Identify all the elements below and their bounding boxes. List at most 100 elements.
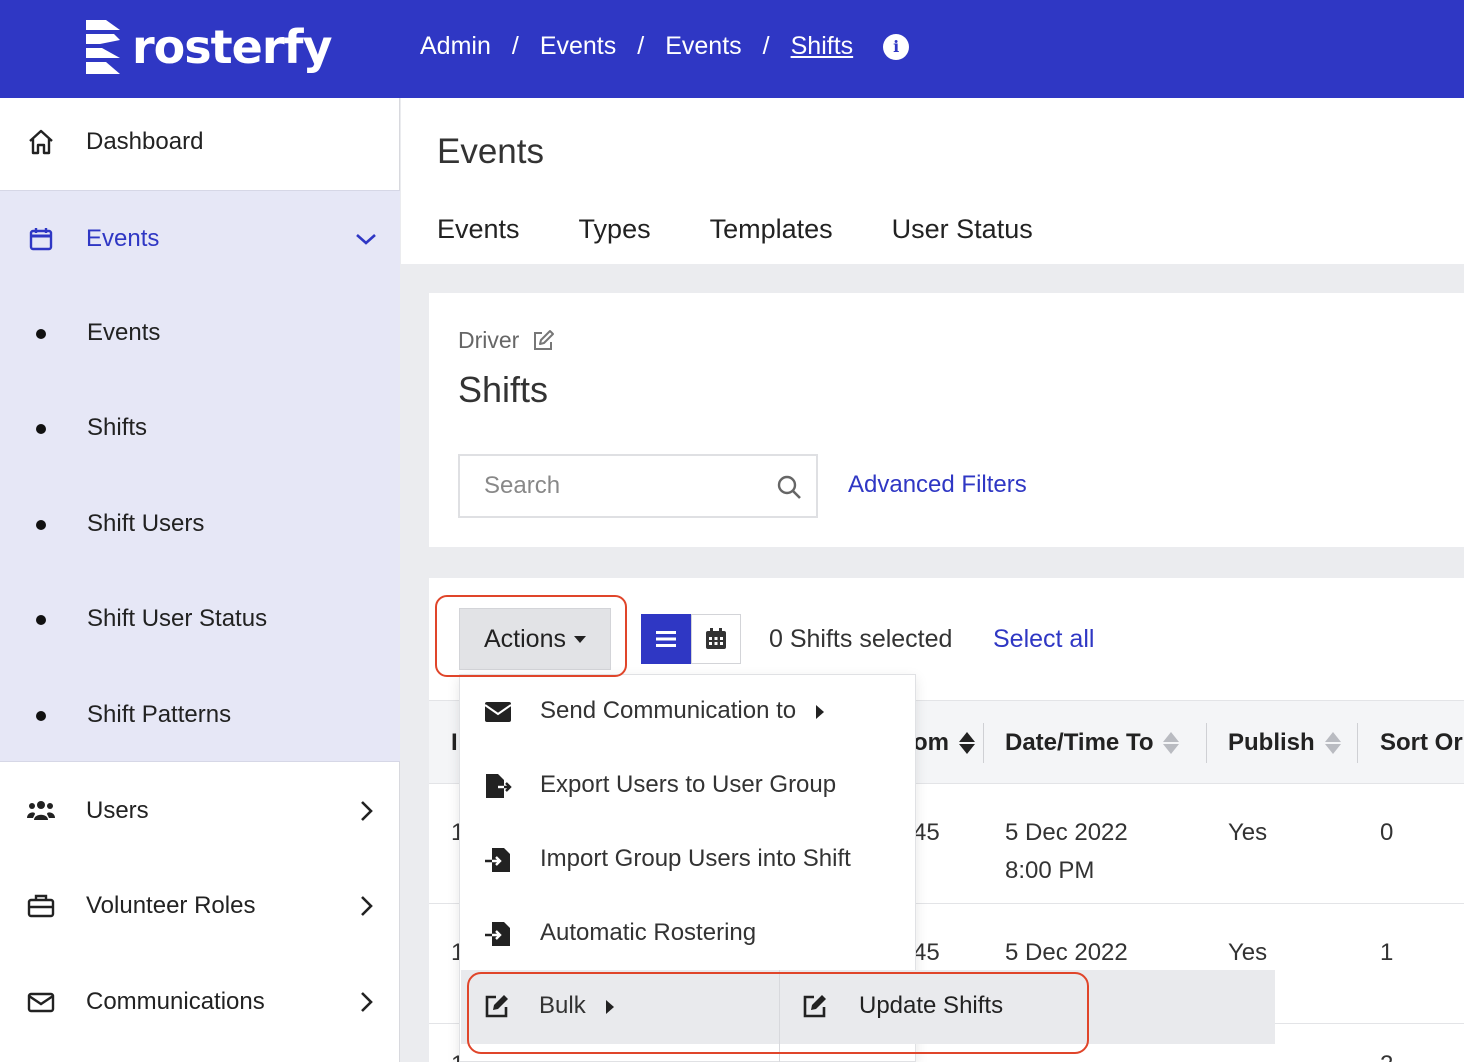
breadcrumb-shifts[interactable]: Shifts <box>791 32 854 61</box>
menu-item-automatic-rostering[interactable]: Automatic Rostering <box>460 897 917 971</box>
sidebar-item-label: Volunteer Roles <box>86 892 256 919</box>
cell-publish: Yes <box>1228 939 1268 966</box>
sidebar-subitem-label: Shifts <box>87 414 148 441</box>
sidebar-subitem-label: Events <box>87 319 161 346</box>
page-header: Events Events Types Templates User Statu… <box>401 98 1464 264</box>
cell-date-to: 5 Dec 2022 <box>1005 939 1128 966</box>
breadcrumb-admin[interactable]: Admin <box>420 32 491 61</box>
highlight-actions <box>435 595 627 677</box>
top-navbar: rosterfy Admin / Events / Events / Shift… <box>0 0 1464 98</box>
users-icon <box>27 801 55 820</box>
menu-item-label: Import Group Users into Shift <box>540 845 851 872</box>
breadcrumb: Admin / Events / Events / Shifts i <box>420 32 910 61</box>
chevron-right-icon[interactable] <box>354 894 378 918</box>
menu-item-label: Export Users to User Group <box>540 771 837 798</box>
info-icon[interactable]: i <box>883 33 910 60</box>
cell-date-to: 5 Dec 2022 8:00 PM <box>1005 814 1128 890</box>
briefcase-icon <box>27 894 55 918</box>
cell-sort-order: 2 <box>1380 1046 1393 1062</box>
column-header-publish[interactable]: Publish <box>1228 729 1341 757</box>
parent-label-text: Driver <box>458 327 520 353</box>
sidebar: Dashboard Events Events Shifts Shift Use <box>0 98 400 1062</box>
sidebar-subitem-events[interactable]: Events <box>0 319 400 349</box>
menu-item-send-communication[interactable]: Send Communication to <box>460 675 917 749</box>
edit-icon[interactable] <box>531 329 555 353</box>
sort-icon <box>1163 732 1180 754</box>
search-field <box>458 454 818 518</box>
bullet-icon <box>36 615 46 625</box>
page-title: Events <box>437 132 544 171</box>
bullet-icon <box>36 329 46 339</box>
cell-sort-order: 0 <box>1380 819 1394 846</box>
list-view-button[interactable] <box>641 614 691 664</box>
logo[interactable]: rosterfy <box>84 18 333 76</box>
sidebar-subitem-shift-patterns[interactable]: Shift Patterns <box>0 701 400 731</box>
sidebar-subitem-shifts[interactable]: Shifts <box>0 414 400 444</box>
cell-date: 5 Dec 2022 <box>1005 819 1128 846</box>
sort-icon <box>1324 732 1341 754</box>
breadcrumb-separator: / <box>762 32 770 60</box>
tab-bar: Events Types Templates User Status <box>437 214 1092 245</box>
column-header-date-from[interactable]: om <box>913 729 975 757</box>
sidebar-item-communications[interactable]: Communications <box>0 986 400 1018</box>
bullet-icon <box>36 711 46 721</box>
sidebar-item-dashboard[interactable]: Dashboard <box>0 126 400 158</box>
sort-icon <box>959 732 975 754</box>
column-divider <box>983 723 984 763</box>
search-input[interactable] <box>460 456 740 516</box>
menu-item-import-group-users[interactable]: Import Group Users into Shift <box>460 823 917 897</box>
tab-templates[interactable]: Templates <box>710 214 833 245</box>
tab-types[interactable]: Types <box>579 214 651 245</box>
sidebar-item-volunteer-roles[interactable]: Volunteer Roles <box>0 890 400 922</box>
envelope-icon <box>484 702 512 722</box>
search-icon[interactable] <box>776 474 802 500</box>
sidebar-item-users[interactable]: Users <box>0 795 400 827</box>
highlight-bulk-update <box>467 972 1089 1054</box>
tab-events[interactable]: Events <box>437 214 520 245</box>
calendar-grid-icon <box>706 628 726 649</box>
column-header-sort-order[interactable]: Sort Or <box>1380 729 1463 757</box>
sidebar-subitem-shift-user-status[interactable]: Shift User Status <box>0 605 400 635</box>
cell-publish: Yes <box>1228 819 1268 846</box>
cell-date-from: 45 <box>913 939 940 966</box>
shifts-filter-card: Driver Shifts Advanced Filters <box>429 293 1464 547</box>
cell-sort-order: 1 <box>1380 939 1394 966</box>
file-import-icon <box>485 848 510 872</box>
menu-item-export-users[interactable]: Export Users to User Group <box>460 749 917 823</box>
file-export-icon <box>486 774 512 798</box>
menu-item-label: Automatic Rostering <box>540 919 757 946</box>
sidebar-item-label: Communications <box>86 988 265 1015</box>
list-icon <box>656 631 676 647</box>
chevron-right-icon[interactable] <box>354 990 378 1014</box>
select-all-link[interactable]: Select all <box>993 625 1094 654</box>
sidebar-item-label: Events <box>86 225 160 252</box>
file-import-icon <box>485 922 510 946</box>
sidebar-subitem-label: Shift Patterns <box>87 701 232 728</box>
advanced-filters-link[interactable]: Advanced Filters <box>848 471 1027 499</box>
calendar-view-button[interactable] <box>691 614 741 664</box>
sidebar-item-events[interactable]: Events <box>0 223 400 255</box>
menu-item-label: Send Communication to <box>540 697 825 725</box>
sidebar-subitem-label: Shift Users <box>87 510 205 537</box>
sidebar-item-label: Users <box>86 797 149 824</box>
bullet-icon <box>36 424 46 434</box>
section-title: Shifts <box>458 369 549 410</box>
parent-label: Driver <box>458 327 555 354</box>
column-header-date-to[interactable]: Date/Time To <box>1005 729 1180 757</box>
chevron-down-icon[interactable] <box>354 227 378 251</box>
home-icon <box>29 129 53 155</box>
caret-right-icon <box>816 704 825 719</box>
view-toggle <box>641 614 741 664</box>
selection-count: 0 Shifts selected <box>769 625 953 653</box>
sidebar-subitem-shift-users[interactable]: Shift Users <box>0 510 400 540</box>
sidebar-events-group: Events Events Shifts Shift Users Shift U… <box>0 190 400 762</box>
breadcrumb-events[interactable]: Events <box>540 32 616 61</box>
tab-user-status[interactable]: User Status <box>892 214 1033 245</box>
cell-time: 8:00 PM <box>1005 857 1095 884</box>
sidebar-item-label: Dashboard <box>86 128 204 155</box>
column-header-id[interactable]: I <box>451 729 458 757</box>
envelope-icon <box>27 992 55 1013</box>
chevron-right-icon[interactable] <box>354 799 378 823</box>
calendar-icon <box>29 228 53 251</box>
breadcrumb-events-sub[interactable]: Events <box>665 32 741 61</box>
